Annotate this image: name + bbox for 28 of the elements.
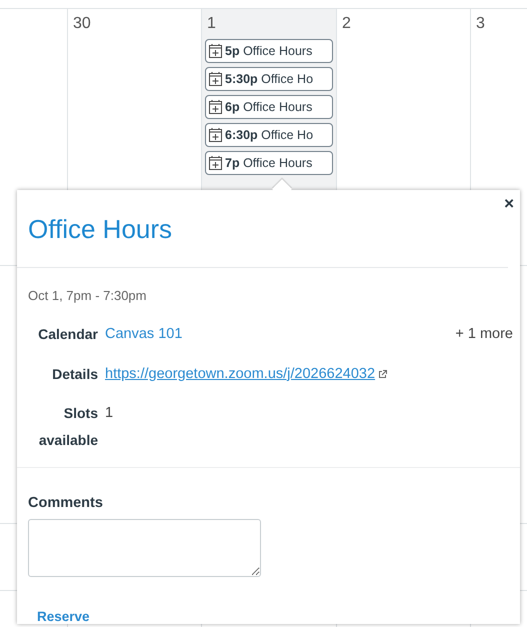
calendar-plus-icon xyxy=(209,72,222,86)
calendar-plus-icon xyxy=(209,44,222,58)
calendar-link[interactable]: Canvas 101 xyxy=(105,321,448,349)
field-label: Calendar xyxy=(37,325,98,344)
event-chip[interactable]: 5p Office Hours xyxy=(205,39,333,63)
day-number: 1 xyxy=(206,15,216,33)
close-button[interactable]: × xyxy=(504,194,514,214)
event-chip[interactable]: 7p Office Hours xyxy=(205,151,333,175)
event-chip[interactable]: 6p Office Hours xyxy=(205,95,333,119)
day-number: 30 xyxy=(72,15,91,33)
field-label: Details xyxy=(51,364,98,384)
day-number: 3 xyxy=(475,15,485,33)
event-chip[interactable]: 6:30p Office Ho xyxy=(205,123,333,147)
calendar-plus-icon xyxy=(209,100,222,114)
field-label: Slots available xyxy=(38,404,98,450)
day-number: 2 xyxy=(341,15,351,33)
more-calendars: + 1 more xyxy=(455,325,513,344)
event-time: Oct 1, 7pm - 7:30pm xyxy=(27,287,148,303)
details-link[interactable]: https://georgetown.zoom.us/j/2026624032 xyxy=(105,360,448,388)
reserve-button[interactable]: Reserve xyxy=(37,609,90,624)
event-chip[interactable]: 5:30p Office Ho xyxy=(205,67,333,91)
comments-field[interactable] xyxy=(28,519,261,577)
calendar-plus-icon xyxy=(209,128,222,142)
calendar-plus-icon xyxy=(209,156,222,170)
external-link-icon xyxy=(378,370,388,379)
field-value: 1 xyxy=(105,404,114,424)
comments-label: Comments xyxy=(28,495,103,512)
event-title: Office Hours xyxy=(28,214,172,245)
